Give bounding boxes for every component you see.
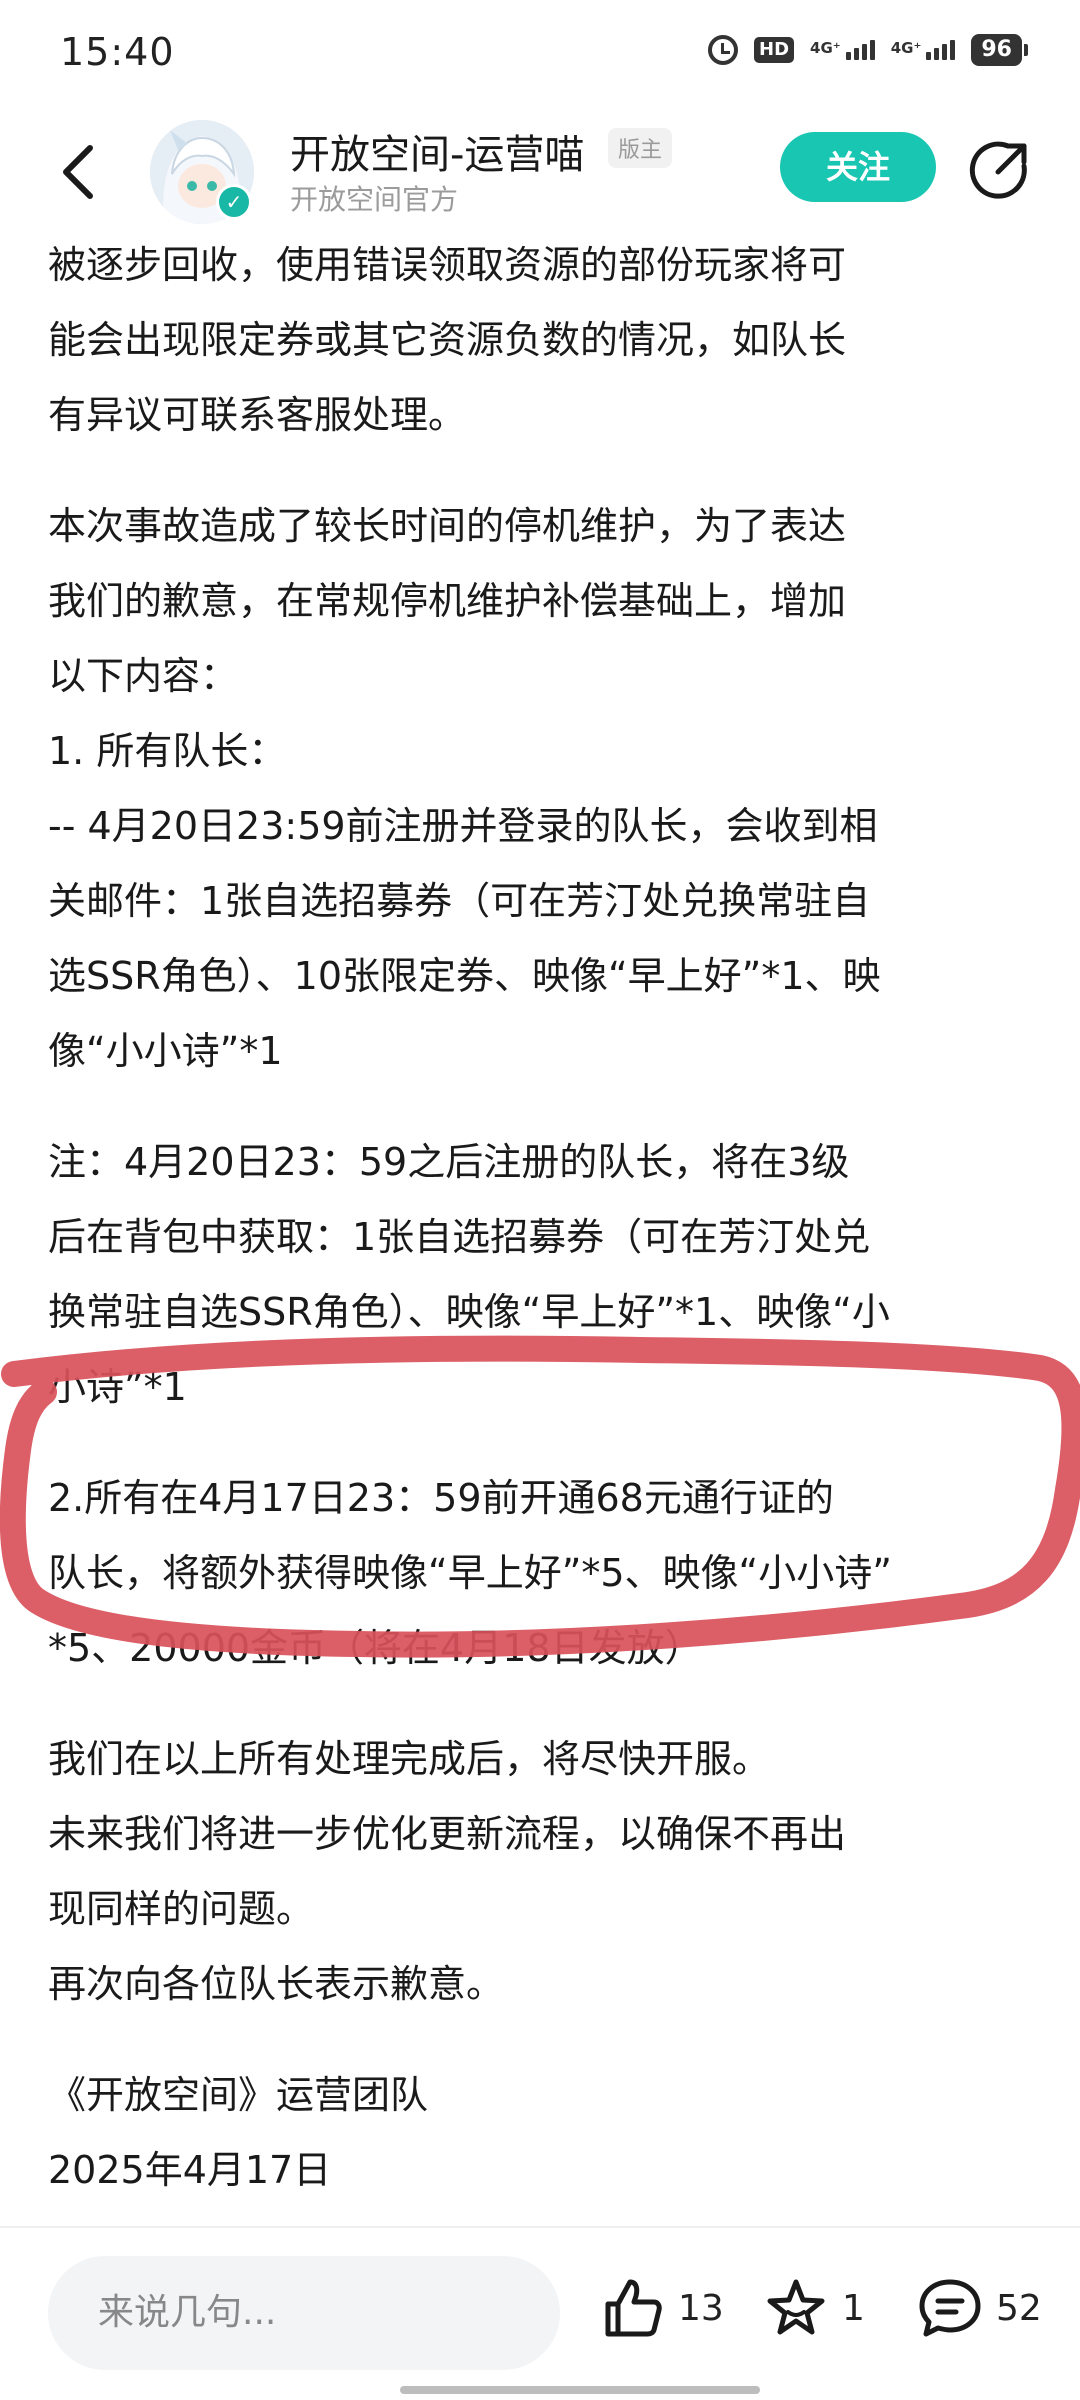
post-header: ✓ 开放空间-运营喵 版主 开放空间官方 关注 [0, 112, 1080, 232]
status-time: 15:40 [60, 30, 175, 74]
paragraph-4: 2.所有在4月17日23：59前开通68元通行证的 队长，将额外获得映像“早上好… [48, 1476, 892, 1670]
moderator-badge: 版主 [608, 128, 673, 168]
comment-input[interactable]: 来说几句... [48, 2256, 560, 2370]
signal-icon-1: 4G⁺ [810, 40, 875, 60]
signal-icon-2: 4G⁺ [891, 40, 956, 60]
comment-count: 52 [996, 2287, 1042, 2329]
bottom-divider [0, 2226, 1080, 2228]
thumbs-up-icon [605, 2279, 662, 2337]
home-indicator[interactable] [400, 2386, 760, 2394]
paragraph-6: 《开放空间》运营团队 2025年4月17日 [48, 2073, 429, 2192]
star-icon [767, 2279, 825, 2335]
status-icons: HD 4G⁺ 4G⁺ 96 [708, 34, 1028, 66]
comment-bubble-icon [919, 2279, 981, 2337]
author-subtitle: 开放空间官方 [290, 183, 459, 216]
like-button[interactable]: 13 [600, 2276, 724, 2340]
favorite-count: 1 [842, 2287, 865, 2329]
paragraph-5: 我们在以上所有处理完成后，将尽快开服。 未来我们将进一步优化更新流程，以确保不再… [48, 1737, 847, 2006]
status-bar: 15:40 HD 4G⁺ 4G⁺ 96 [0, 0, 1080, 112]
share-icon[interactable] [968, 138, 1032, 202]
paragraph-3: 注：4月20日23：59之后注册的队长，将在3级 后在背包中获取：1张自选招募券… [48, 1140, 890, 1409]
author-name[interactable]: 开放空间-运营喵 [290, 122, 584, 180]
hd-badge: HD [754, 37, 795, 63]
verified-icon: ✓ [216, 184, 252, 220]
alarm-icon [708, 35, 739, 65]
back-arrow-icon[interactable] [58, 142, 98, 202]
battery-indicator: 96 [971, 34, 1028, 66]
paragraph-1: 被逐步回收，使用错误领取资源的部份玩家将可 能会出现限定券或其它资源负数的情况，… [48, 243, 847, 437]
paragraph-2: 本次事故造成了较长时间的停机维护，为了表达 我们的歉意，在常规停机维护补偿基础上… [48, 504, 881, 1073]
favorite-button[interactable]: 1 [764, 2276, 865, 2340]
follow-button[interactable]: 关注 [780, 132, 936, 202]
comments-button[interactable]: 52 [918, 2276, 1042, 2340]
like-count: 13 [678, 2287, 724, 2329]
post-text: 被逐步回收，使用错误领取资源的部份玩家将可 能会出现限定券或其它资源负数的情况，… [48, 232, 1038, 2208]
post-body: 被逐步回收，使用错误领取资源的部份玩家将可 能会出现限定券或其它资源负数的情况，… [48, 232, 1038, 2222]
